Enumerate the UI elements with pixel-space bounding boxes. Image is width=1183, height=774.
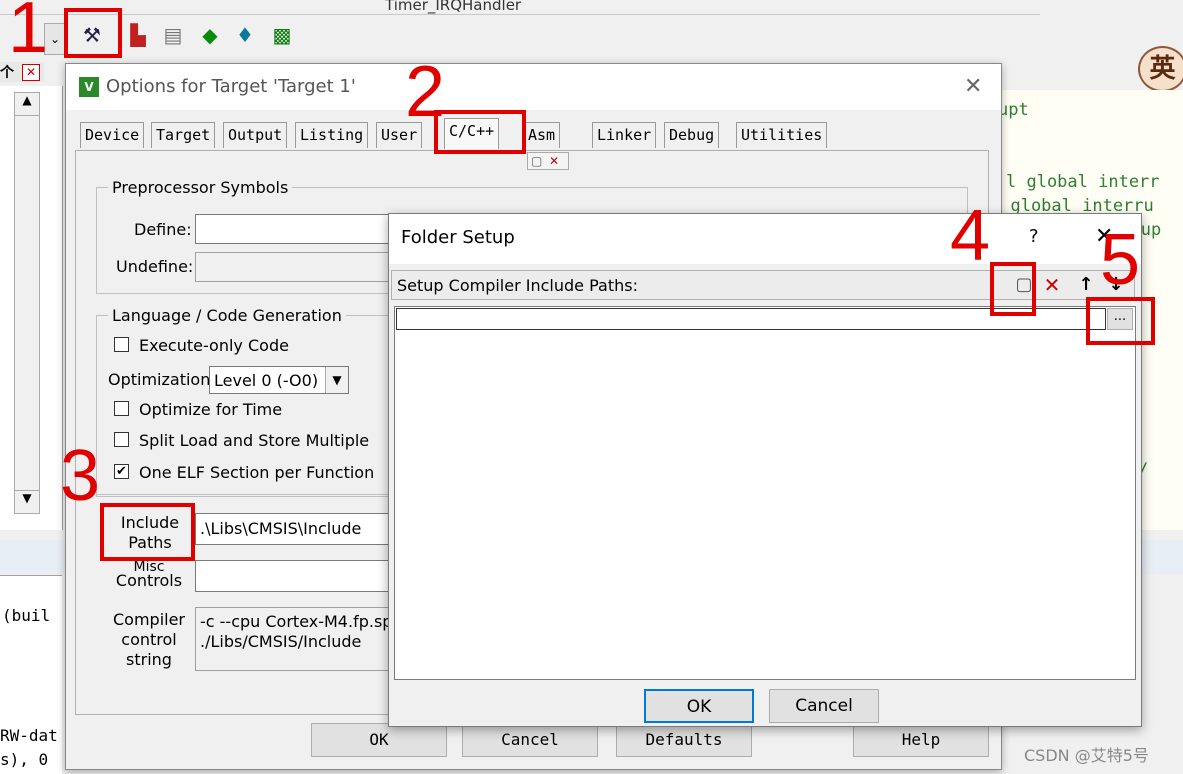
build-output-line: s), 0 [0,750,49,769]
help-button[interactable]: Help [853,723,989,757]
close-icon[interactable]: ✕ [964,74,982,99]
project-panel: ▲ ▼ [0,86,63,530]
keil-app-icon: V [79,77,99,97]
one-elf-label: One ELF Section per Function [139,463,375,482]
optimization-value: Level 0 (-O0) [214,371,319,390]
undefine-input[interactable] [195,252,395,282]
layers-icon[interactable]: ▤ [161,23,185,47]
folder-cancel-button[interactable]: Cancel [769,689,879,723]
preprocessor-group-label: Preprocessor Symbols [108,178,293,197]
compiler-control-string[interactable]: -c --cpu Cortex-M4.fp.sp -D ./Libs/CMSIS… [195,607,416,671]
build-output-line: RW-dat [0,726,58,745]
annotation-number: 4 [950,196,991,276]
delete-icon[interactable]: ✕ [1040,273,1064,297]
tab-target[interactable]: Target [151,122,216,148]
annotation-number: 3 [60,436,101,516]
folder-ok-button[interactable]: OK [644,689,754,723]
dropdown-arrow-icon[interactable]: ▼ [325,367,348,393]
toolbar-file-label: Timer_IRQHandler [385,0,522,14]
tab-listing[interactable]: Listing [295,122,369,148]
annotation-number: 1 [8,0,49,68]
divider [96,494,396,495]
tab-debug[interactable]: Debug [664,122,720,148]
one-elf-checkbox[interactable]: ✔ [114,464,129,479]
compiler-string-line: -c --cpu Cortex-M4.fp.sp -D [200,612,416,631]
code-line: upt [998,100,1029,120]
code-line: l global interr [1006,172,1160,192]
compiler-control-label: Compiler control string [112,610,185,669]
diamond-green-icon[interactable]: ◆ [198,23,222,47]
optimization-select[interactable]: Level 0 (-O0) ▼ [209,366,349,394]
tab-device[interactable]: Device [80,122,145,148]
optimize-time-label: Optimize for Time [139,400,283,419]
include-paths-header-label: Setup Compiler Include Paths: [397,276,638,295]
build-output-panel: (buil RW-dat s), 0 [0,575,62,774]
pack-installer-icon[interactable]: ♦ [233,23,257,47]
define-label: Define: [134,220,192,239]
annotation-box [64,8,122,58]
annotation-box [434,110,526,154]
execute-only-checkbox[interactable] [114,337,129,352]
misc-controls-input[interactable] [195,560,395,592]
tab-asm[interactable]: Asm [523,122,561,148]
ok-button[interactable]: OK [311,723,447,757]
language-group-label: Language / Code Generation [108,306,346,325]
misc-controls-label: Misc Controls [115,559,183,590]
translate-logo: 英 [1138,46,1183,92]
include-paths-list[interactable]: ... [394,306,1136,680]
components-icon[interactable]: ▙ [126,23,150,47]
cancel-button[interactable]: Cancel [462,723,598,757]
annotation-number: 5 [1100,220,1141,300]
include-paths-value: .\Libs\CMSIS\Include [200,519,362,538]
folder-setup-title: Folder Setup [401,227,515,248]
include-paths-input[interactable]: .\Libs\CMSIS\Include [195,513,395,545]
options-dialog-titlebar: V Options for Target 'Target 1' ✕ [66,64,1001,110]
execute-only-label: Execute-only Code [139,336,289,355]
move-up-icon[interactable]: ↑ [1074,273,1098,297]
defaults-button[interactable]: Defaults [616,723,752,757]
scroll-down-icon[interactable]: ▼ [15,490,39,513]
optimize-time-checkbox[interactable] [114,401,129,416]
tab-output[interactable]: Output [223,122,288,148]
annotation-box [1086,297,1155,345]
folder-setup-titlebar: Folder Setup ? ✕ [389,214,1141,264]
build-output-line: (buil [2,606,51,625]
optimization-label: Optimization: [108,370,216,389]
scroll-up-icon[interactable]: ▲ [15,93,39,116]
annotation-box [100,503,195,561]
define-input[interactable] [195,214,395,244]
options-dialog-title: Options for Target 'Target 1' [106,76,356,97]
vertical-scrollbar[interactable]: ▲ ▼ [14,92,40,514]
split-load-label: Split Load and Store Multiple [139,431,370,450]
compiler-string-line: ./Libs/CMSIS/Include [200,632,362,651]
help-icon[interactable]: ? [1029,226,1039,247]
tab-utilities[interactable]: Utilities [736,122,828,148]
split-load-checkbox[interactable] [114,432,129,447]
manage-rte-icon[interactable]: ▩ [270,23,294,47]
undefine-label: Undefine: [116,257,194,276]
tab-linker[interactable]: Linker [592,122,657,148]
watermark: CSDN @艾特5号 [1024,746,1149,765]
annotation-box [990,262,1036,316]
